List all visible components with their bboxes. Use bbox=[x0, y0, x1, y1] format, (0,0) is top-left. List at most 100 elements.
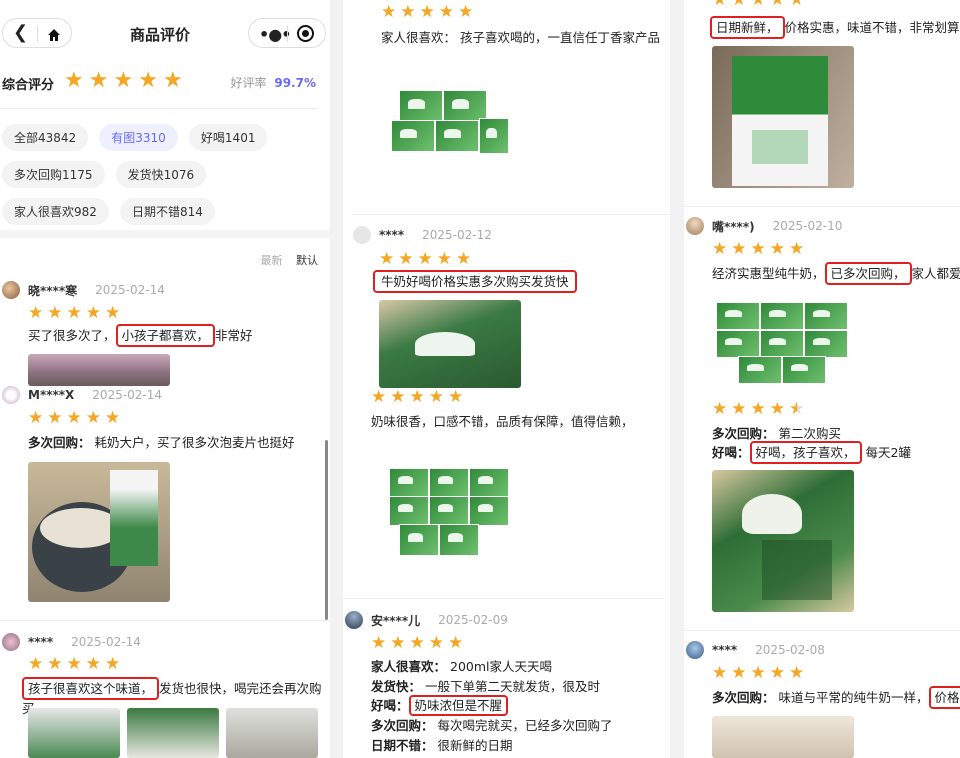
star-icon: ★ bbox=[712, 0, 728, 10]
scrollbar[interactable] bbox=[325, 440, 328, 620]
star-icon: ★ bbox=[769, 239, 785, 259]
review-photo[interactable] bbox=[385, 80, 515, 162]
review-date: 2025-02-09 bbox=[438, 613, 508, 627]
avatar bbox=[2, 386, 20, 404]
tag-good-date[interactable]: 日期不错814 bbox=[120, 198, 215, 225]
review-photo[interactable] bbox=[712, 296, 854, 386]
tag-fast-shipping[interactable]: 发货快1076 bbox=[115, 161, 207, 188]
tag-tasty[interactable]: 好喝1401 bbox=[188, 124, 268, 151]
review-stars: ★ ★ ★ ★ ★ bbox=[381, 4, 473, 21]
review-user-row: **** 2025-02-12 bbox=[353, 226, 492, 244]
star-icon: ★ bbox=[85, 303, 101, 323]
star-icon: ★ bbox=[85, 654, 101, 674]
star-icon: ★ bbox=[438, 2, 454, 22]
star-icon: ★ bbox=[789, 399, 805, 419]
tag-with-photos[interactable]: 有图3310 bbox=[99, 124, 178, 151]
review-photo[interactable] bbox=[28, 354, 170, 386]
star-icon: ★ bbox=[448, 387, 464, 407]
review-text: 奶味很香，口感不错，品质有保障，值得信赖， bbox=[371, 414, 634, 429]
review-photo[interactable] bbox=[379, 300, 521, 388]
review-stars: ★ ★ ★ ★ ★ bbox=[371, 389, 463, 406]
star-icon: ★ bbox=[390, 387, 406, 407]
avatar bbox=[686, 641, 704, 659]
star-icon: ★ bbox=[398, 249, 414, 269]
tag-repurchase[interactable]: 多次回购1175 bbox=[2, 161, 105, 188]
star-icon: ★ bbox=[28, 303, 44, 323]
good-rate-label: 好评率 bbox=[230, 76, 267, 90]
review-photo[interactable] bbox=[712, 46, 854, 188]
review-user-row: **** 2025-02-14 bbox=[2, 633, 141, 651]
star-icon: ★ bbox=[436, 249, 452, 269]
star-icon: ★ bbox=[66, 408, 82, 428]
reviewer-name: **** bbox=[379, 228, 405, 242]
review-detail-line: 发货快： 一般下单第二天就发货，很及时 bbox=[371, 679, 601, 694]
review-date: 2025-02-08 bbox=[755, 643, 825, 657]
star-icon: ★ bbox=[417, 249, 433, 269]
star-icon: ★ bbox=[731, 663, 747, 683]
star-icon: ★ bbox=[379, 249, 395, 269]
star-icon: ★ bbox=[28, 654, 44, 674]
review-detail-line: 日期不错： 很新鲜的日期 bbox=[371, 738, 513, 753]
review-date: 2025-02-14 bbox=[71, 635, 141, 649]
avatar bbox=[2, 633, 20, 651]
star-icon: ★ bbox=[750, 0, 766, 10]
review-stars: ★ ★ ★ ★ ★ bbox=[28, 656, 120, 673]
review-photo[interactable] bbox=[127, 708, 219, 758]
review-photo[interactable] bbox=[712, 716, 854, 758]
star-icon: ★ bbox=[371, 387, 387, 407]
star-icon: ★ bbox=[731, 399, 747, 419]
highlighted-phrase: 价格实惠 bbox=[928, 686, 960, 709]
avatar bbox=[686, 217, 704, 235]
tag-family-likes[interactable]: 家人很喜欢982 bbox=[2, 198, 109, 225]
star-icon: ★ bbox=[28, 408, 44, 428]
star-icon: ★ bbox=[789, 663, 805, 683]
sort-latest[interactable]: 最新 bbox=[261, 254, 283, 267]
avatar bbox=[2, 281, 20, 299]
review-photo[interactable] bbox=[226, 708, 318, 758]
star-icon: ★ bbox=[113, 68, 134, 93]
reviewer-name: **** bbox=[712, 643, 738, 657]
star-icon: ★ bbox=[47, 303, 63, 323]
star-icon: ★ bbox=[769, 399, 785, 419]
review-stars: ★ ★ ★ ★ ★ bbox=[379, 251, 471, 268]
review-user-row: **** 2025-02-08 bbox=[686, 641, 825, 659]
reviewer-name: 安****儿 bbox=[371, 613, 421, 628]
review-stars: ★ ★ ★ ★ ★ bbox=[712, 665, 804, 682]
review-stars: ★ ★ ★ ★ ★ bbox=[712, 241, 804, 258]
reviewer-name: M****X bbox=[28, 388, 75, 402]
avatar bbox=[345, 611, 363, 629]
star-icon: ★ bbox=[428, 387, 444, 407]
star-icon: ★ bbox=[769, 0, 785, 10]
star-icon: ★ bbox=[731, 0, 747, 10]
star-icon: ★ bbox=[428, 633, 444, 653]
star-icon: ★ bbox=[371, 633, 387, 653]
review-photo[interactable] bbox=[712, 470, 854, 612]
star-icon: ★ bbox=[138, 68, 158, 93]
reviewer-name: 嘴****) bbox=[712, 219, 755, 234]
review-text: 经济实惠型纯牛奶，已多次回购，家人都爱喝 bbox=[712, 262, 960, 285]
review-photo[interactable] bbox=[383, 462, 513, 560]
star-icon: ★ bbox=[105, 654, 121, 674]
nav-capsule-right: •●• bbox=[248, 18, 326, 48]
tag-all[interactable]: 全部43842 bbox=[2, 124, 89, 151]
home-icon[interactable] bbox=[47, 27, 61, 46]
star-icon: ★ bbox=[789, 239, 805, 259]
review-text: 家人很喜欢： 孩子喜欢喝的，一直信任丁香家产品 bbox=[381, 30, 660, 45]
sort-default[interactable]: 默认 bbox=[296, 254, 318, 267]
review-date: 2025-02-10 bbox=[772, 219, 843, 233]
review-column-3: ★ ★ ★ ★ ★ 日期新鲜， 价格实惠，味道不错，非常划算 嘴****) 2025-02… bbox=[684, 0, 960, 758]
star-icon: ★ bbox=[47, 408, 63, 428]
review-text: 牛奶好喝价格实惠多次购买发货快 bbox=[373, 270, 577, 293]
review-stars: ★ ★ ★ ★ ★ bbox=[28, 305, 120, 322]
star-icon: ★ bbox=[456, 249, 472, 269]
review-date: 2025-02-12 bbox=[422, 228, 492, 242]
more-icon[interactable]: •●• bbox=[259, 25, 291, 44]
star-icon: ★ bbox=[409, 387, 425, 407]
review-detail-line: 好喝： 奶味浓但是不腥 bbox=[371, 695, 509, 716]
star-icon: ★ bbox=[712, 239, 728, 259]
review-photo[interactable] bbox=[28, 462, 170, 602]
reviewer-name: **** bbox=[28, 635, 54, 649]
review-text: 多次回购： 味道与平常的纯牛奶一样，价格实惠 bbox=[712, 686, 960, 709]
back-icon[interactable]: ❮ bbox=[13, 23, 28, 43]
review-photo[interactable] bbox=[28, 708, 120, 758]
